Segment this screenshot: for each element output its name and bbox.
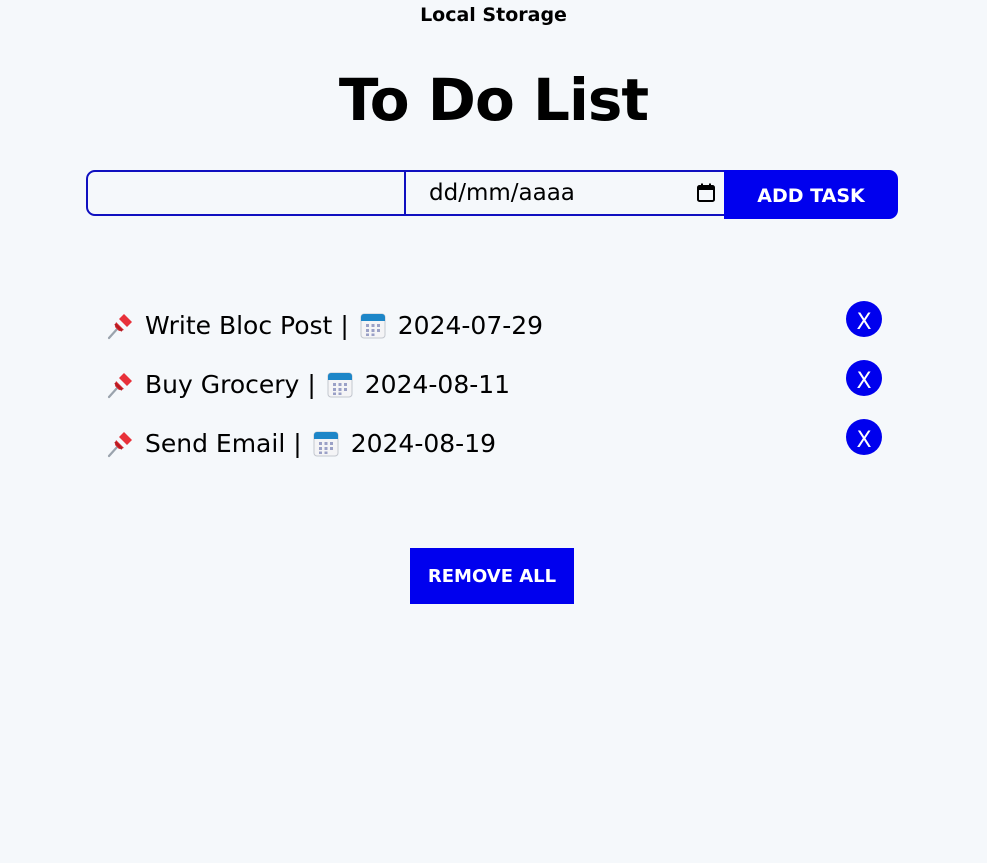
delete-task-button[interactable]: X [846, 419, 882, 455]
task-separator: | [293, 429, 302, 458]
task-name: Write Bloc Post [145, 311, 333, 340]
task-date: 2024-07-29 [397, 311, 544, 340]
task-item: Write Bloc Post | 2024-07-29 X [105, 296, 885, 355]
calendar-picker-icon[interactable] [696, 183, 716, 203]
app-heading: Local Storage [420, 4, 567, 26]
pushpin-icon [105, 429, 135, 459]
delete-task-button[interactable]: X [846, 360, 882, 396]
task-separator: | [307, 370, 316, 399]
task-item: Send Email | 2024-08-19 X [105, 414, 885, 473]
calendar-icon [359, 312, 387, 340]
page-title: To Do List [338, 66, 649, 134]
task-name: Buy Grocery [145, 370, 300, 399]
task-item: Buy Grocery | 2024-08-11 X [105, 355, 885, 414]
calendar-icon [312, 430, 340, 458]
pushpin-icon [105, 311, 135, 341]
task-date: 2024-08-11 [364, 370, 511, 399]
task-name: Send Email [145, 429, 286, 458]
delete-task-button[interactable]: X [846, 301, 882, 337]
pushpin-icon [105, 370, 135, 400]
calendar-icon [326, 371, 354, 399]
add-task-button[interactable]: ADD TASK [724, 170, 898, 219]
date-input[interactable]: dd/mm/aaaa [404, 170, 726, 216]
task-date: 2024-08-19 [350, 429, 497, 458]
task-list: Write Bloc Post | 2024-07-29 X Buy Groce… [105, 296, 885, 473]
task-input[interactable] [86, 170, 406, 216]
date-placeholder: dd/mm/aaaa [429, 180, 575, 206]
remove-all-button[interactable]: REMOVE ALL [410, 548, 574, 604]
task-separator: | [340, 311, 349, 340]
